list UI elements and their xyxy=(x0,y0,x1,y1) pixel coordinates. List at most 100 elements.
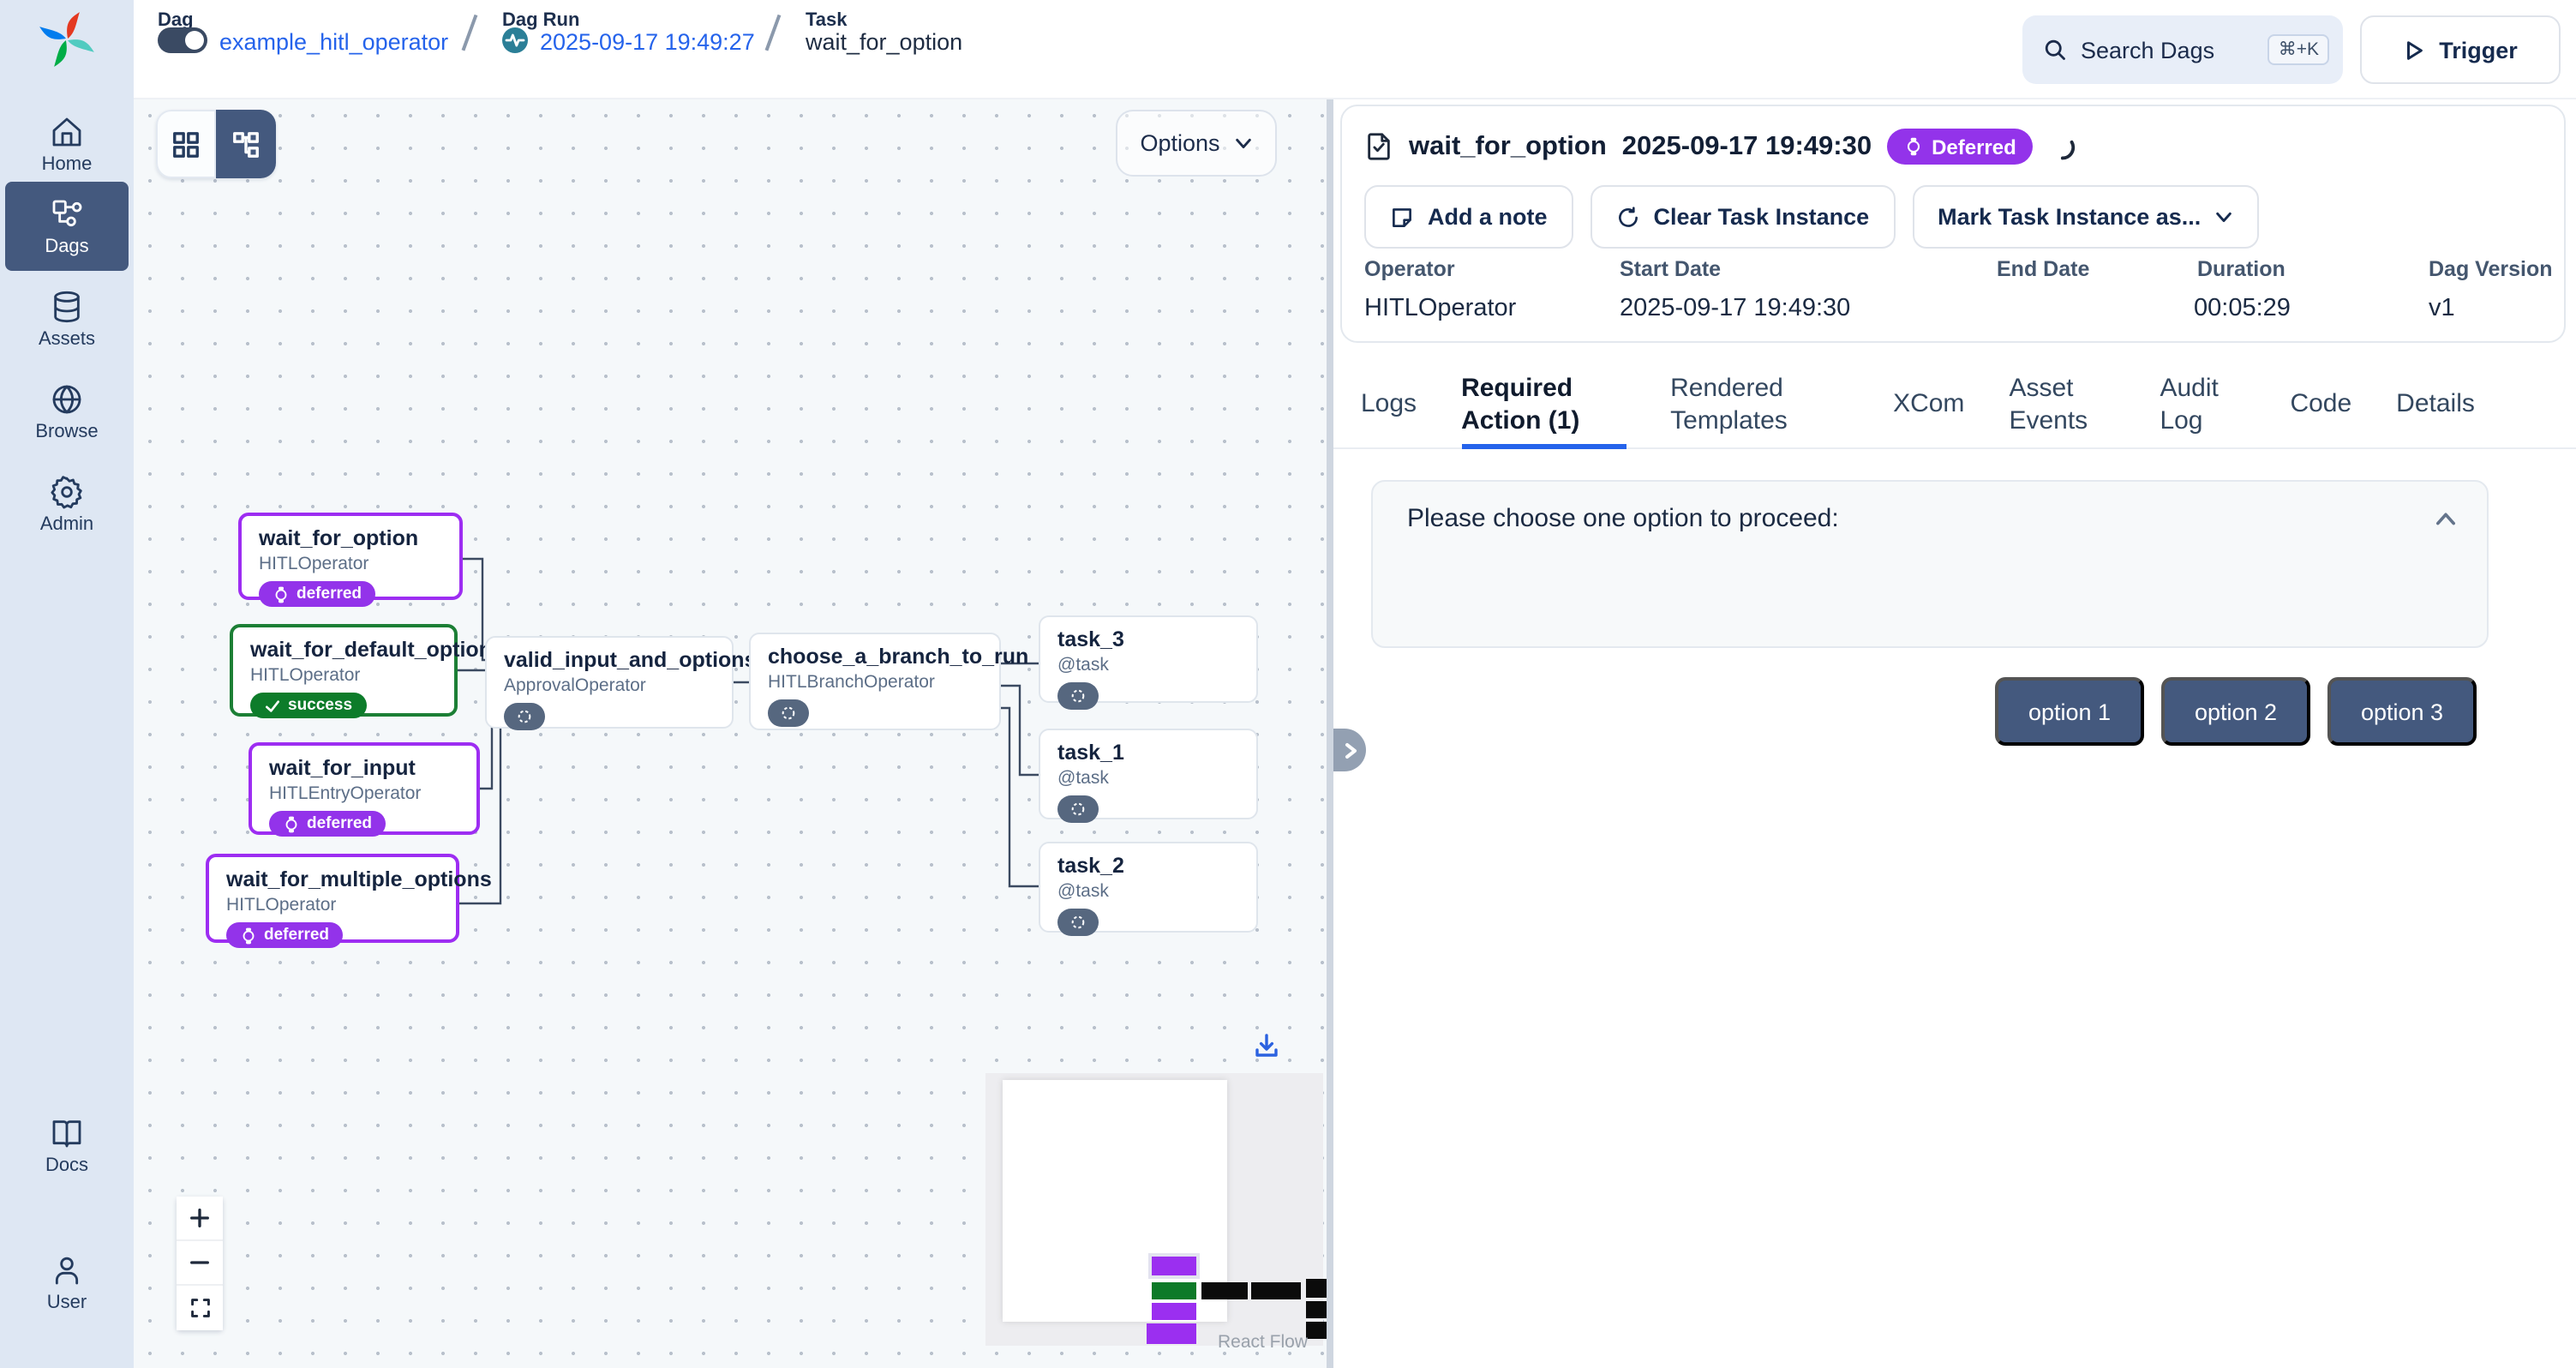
breadcrumb-task-name: wait_for_option xyxy=(806,29,962,55)
task-node-task_1[interactable]: task_1 @task xyxy=(1039,729,1258,819)
sidebar-item-home[interactable]: Home xyxy=(5,99,129,189)
tab-details[interactable]: Details xyxy=(2396,363,2475,447)
search-shortcut-badge: ⌘+K xyxy=(2268,34,2329,65)
sidebar-item-docs[interactable]: Docs xyxy=(5,1101,129,1190)
task-node-task_2[interactable]: task_2 @task xyxy=(1039,842,1258,933)
tab-logs[interactable]: Logs xyxy=(1361,363,1417,447)
reactflow-attribution[interactable]: React Flow xyxy=(1218,1332,1308,1353)
minimap-node xyxy=(1201,1282,1248,1299)
breadcrumb-dagrun-link[interactable]: 2025-09-17 19:49:27 xyxy=(540,29,755,55)
task-node-title: choose_a_branch_to_run xyxy=(768,645,982,669)
view-switcher xyxy=(156,110,276,178)
sidebar-item-label: Browse xyxy=(35,421,98,441)
download-graph-button[interactable] xyxy=(1253,1032,1284,1063)
tab-xcom[interactable]: XCom xyxy=(1893,363,1964,447)
tab-asset-events[interactable]: Asset Events xyxy=(2009,363,2115,447)
zoom-out-button[interactable] xyxy=(177,1241,223,1286)
dag-pause-toggle[interactable] xyxy=(158,27,207,53)
breadcrumb-dag-link[interactable]: example_hitl_operator xyxy=(219,29,448,55)
task-detail-panel: wait_for_option 2025-09-17 19:49:30 Defe… xyxy=(1333,99,2576,1368)
graph-options-button[interactable]: Options xyxy=(1116,110,1277,177)
state-badge: deferred xyxy=(269,811,386,837)
task-node-wait_for_multiple_options[interactable]: wait_for_multiple_options HITLOperator d… xyxy=(206,854,459,943)
task-node-operator: @task xyxy=(1057,881,1239,902)
sidebar-item-assets[interactable]: Assets xyxy=(5,274,129,363)
task-node-operator: HITLOperator xyxy=(250,665,437,686)
chevron-down-icon xyxy=(1234,134,1253,153)
app-window: Home Dags Assets Browse Admin Docs User … xyxy=(0,0,2576,1368)
option-3-button[interactable]: option 3 xyxy=(2327,677,2477,746)
required-action-card: Please choose one option to proceed: xyxy=(1371,480,2489,648)
option-1-button[interactable]: option 1 xyxy=(1995,677,2144,746)
fit-view-button[interactable] xyxy=(177,1286,223,1330)
options-label: Options xyxy=(1140,130,1219,156)
task-node-choose_a_branch_to_run[interactable]: choose_a_branch_to_run HITLBranchOperato… xyxy=(749,633,1001,730)
task-node-operator: ApprovalOperator xyxy=(504,675,715,696)
watch-icon xyxy=(240,927,257,944)
chevron-up-icon[interactable] xyxy=(2432,506,2459,533)
panel-resize-divider[interactable] xyxy=(1327,99,1333,1368)
no-status-icon xyxy=(1069,914,1087,931)
sidebar-item-dags[interactable]: Dags xyxy=(5,182,129,271)
task-node-title: task_3 xyxy=(1057,627,1239,651)
minimap-node xyxy=(1306,1279,1327,1298)
sidebar-item-user[interactable]: User xyxy=(5,1238,129,1327)
search-placeholder: Search Dags xyxy=(2081,37,2255,63)
no-status-icon xyxy=(780,705,797,722)
watch-icon xyxy=(1904,137,1923,156)
minimap-node xyxy=(1147,1323,1196,1344)
breadcrumb-task-label: Task xyxy=(806,10,848,31)
grid-view-button[interactable] xyxy=(156,110,216,178)
task-node-operator: HITLBranchOperator xyxy=(768,672,982,693)
globe-icon xyxy=(50,381,84,416)
graph-view-button[interactable] xyxy=(216,110,276,178)
start-date-value: 2025-09-17 19:49:30 xyxy=(1620,295,1850,322)
plus-icon xyxy=(189,1207,211,1229)
dagrun-state-icon xyxy=(502,27,528,53)
dag-version-value: v1 xyxy=(2429,295,2455,322)
clear-task-instance-button[interactable]: Clear Task Instance xyxy=(1591,185,1896,249)
fit-view-icon xyxy=(189,1298,210,1318)
search-dags-input[interactable]: Search Dags ⌘+K xyxy=(2022,15,2343,84)
no-status-icon xyxy=(516,708,533,725)
tab-code[interactable]: Code xyxy=(2290,363,2351,447)
task-node-operator: HITLOperator xyxy=(226,895,439,915)
home-icon xyxy=(50,114,84,148)
minimap-node xyxy=(1152,1257,1196,1275)
end-date-label: End Date xyxy=(1997,257,2089,281)
task-node-valid_input_and_options[interactable]: valid_input_and_options ApprovalOperator xyxy=(485,636,734,729)
task-node-wait_for_option[interactable]: wait_for_option HITLOperator deferred xyxy=(238,513,463,600)
duration-value: 00:05:29 xyxy=(2194,295,2291,322)
task-node-task_3[interactable]: task_3 @task xyxy=(1039,615,1258,703)
state-badge xyxy=(1057,682,1099,710)
task-node-wait_for_default_option[interactable]: wait_for_default_option HITLOperator suc… xyxy=(230,624,458,717)
sidebar-item-browse[interactable]: Browse xyxy=(5,367,129,456)
airflow-logo[interactable] xyxy=(38,10,96,69)
task-node-title: wait_for_default_option xyxy=(250,638,437,662)
book-icon xyxy=(50,1115,84,1149)
mark-task-instance-as-button[interactable]: Mark Task Instance as... xyxy=(1912,185,2259,249)
task-node-wait_for_input[interactable]: wait_for_input HITLEntryOperator deferre… xyxy=(249,742,480,835)
required-action-prompt: Please choose one option to proceed: xyxy=(1407,504,1839,533)
add-note-button[interactable]: Add a note xyxy=(1364,185,1573,249)
tab-required-action[interactable]: Required Action (1) xyxy=(1461,363,1626,447)
watch-icon xyxy=(273,585,290,603)
task-instance-timestamp: 2025-09-17 19:49:30 xyxy=(1622,131,1872,162)
state-badge: deferred xyxy=(226,922,343,948)
graph-canvas[interactable]: wait_for_option HITLOperator deferred wa… xyxy=(134,99,1327,1368)
tab-rendered-templates[interactable]: Rendered Templates xyxy=(1670,363,1848,447)
sidebar: Home Dags Assets Browse Admin Docs User xyxy=(0,0,134,1368)
topbar: Dag example_hitl_operator Dag Run 2025-0… xyxy=(134,0,2576,99)
state-badge xyxy=(1057,795,1099,823)
minimap-node xyxy=(1152,1282,1196,1299)
sidebar-item-admin[interactable]: Admin xyxy=(5,459,129,549)
trigger-button[interactable]: Trigger xyxy=(2360,15,2561,84)
toggle-knob xyxy=(185,31,204,50)
minus-icon xyxy=(189,1251,211,1274)
refresh-icon xyxy=(1616,205,1640,229)
minimap[interactable] xyxy=(985,1073,1323,1346)
option-2-button[interactable]: option 2 xyxy=(2161,677,2310,746)
zoom-in-button[interactable] xyxy=(177,1197,223,1241)
task-instance-header: wait_for_option 2025-09-17 19:49:30 Defe… xyxy=(1340,105,2566,343)
tab-audit-log[interactable]: Audit Log xyxy=(2160,363,2245,447)
